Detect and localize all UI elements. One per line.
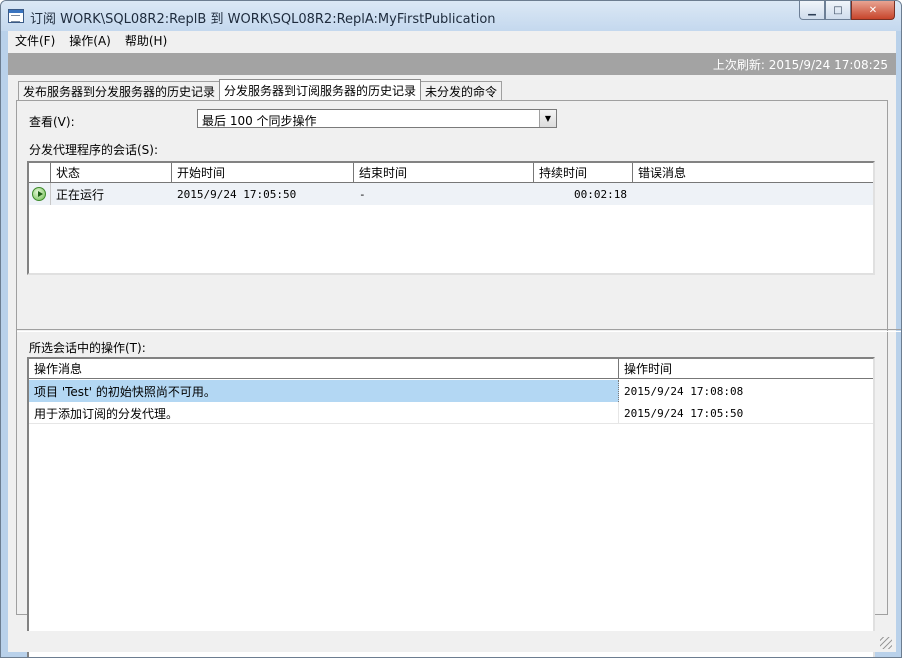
running-icon bbox=[32, 187, 46, 201]
column-header-duration[interactable]: 持续时间 bbox=[534, 163, 633, 183]
tab-panel: 查看(V): 最后 100 个同步操作 ▼ 分发代理程序的会话(S): 状态 开… bbox=[16, 100, 901, 657]
row-indicator bbox=[29, 183, 51, 205]
tab-distributor-to-subscriber[interactable]: 分发服务器到订阅服务器的历史记录 bbox=[219, 79, 422, 100]
close-button[interactable]: ✕ bbox=[851, 1, 895, 20]
dropdown-arrow-icon[interactable]: ▼ bbox=[539, 110, 556, 127]
last-refresh-text: 上次刷新: 2015/9/24 17:08:25 bbox=[712, 57, 888, 72]
row-indicator-header bbox=[29, 163, 51, 183]
sessions-grid[interactable]: 状态 开始时间 结束时间 持续时间 错误消息 正在运行 2015/9/24 17… bbox=[27, 161, 875, 275]
cell-status: 正在运行 bbox=[56, 187, 105, 202]
window-app-icon bbox=[8, 9, 24, 23]
cell-end-time: - bbox=[359, 187, 366, 201]
tab-publisher-to-distributor[interactable]: 发布服务器到分发服务器的历史记录 bbox=[18, 81, 221, 100]
cell-action-message: 项目 'Test' 的初始快照尚不可用。 bbox=[29, 380, 619, 402]
cell-error-message bbox=[633, 183, 873, 205]
menu-help[interactable]: 帮助(H) bbox=[118, 32, 174, 49]
client-area: 上次刷新: 2015/9/24 17:08:25 发布服务器到分发服务器的历史记… bbox=[8, 50, 901, 657]
tab-undistributed-commands[interactable]: 未分发的命令 bbox=[420, 81, 503, 100]
sessions-grid-header: 状态 开始时间 结束时间 持续时间 错误消息 bbox=[29, 163, 873, 183]
cell-action-message: 用于添加订阅的分发代理。 bbox=[29, 402, 619, 424]
actions-grid[interactable]: 操作消息 操作时间 项目 'Test' 的初始快照尚不可用。 2015/9/24… bbox=[27, 357, 875, 657]
actions-grid-header: 操作消息 操作时间 bbox=[29, 359, 873, 379]
menu-bar: 文件(F) 操作(A) 帮助(H) bbox=[8, 31, 896, 50]
title-bar[interactable]: 订阅 WORK\SQL08R2:ReplB 到 WORK\SQL08R2:Rep… bbox=[1, 1, 901, 31]
window-title: 订阅 WORK\SQL08R2:ReplB 到 WORK\SQL08R2:Rep… bbox=[30, 12, 496, 27]
cell-duration: 00:02:18 bbox=[574, 187, 627, 201]
resize-grip-icon[interactable] bbox=[880, 637, 892, 649]
menu-action[interactable]: 操作(A) bbox=[62, 32, 118, 49]
view-dropdown[interactable]: 最后 100 个同步操作 ▼ bbox=[197, 109, 557, 128]
table-row[interactable]: 项目 'Test' 的初始快照尚不可用。 2015/9/24 17:08:08 bbox=[29, 380, 873, 402]
table-row[interactable]: 正在运行 2015/9/24 17:05:50 - 00:02:18 bbox=[29, 183, 873, 205]
view-dropdown-value: 最后 100 个同步操作 bbox=[202, 114, 317, 128]
minimize-button[interactable]: ▁ bbox=[799, 1, 825, 20]
cell-start-time: 2015/9/24 17:05:50 bbox=[177, 187, 297, 201]
menu-file[interactable]: 文件(F) bbox=[8, 32, 62, 49]
sessions-label: 分发代理程序的会话(S): bbox=[29, 143, 159, 157]
column-header-end-time[interactable]: 结束时间 bbox=[354, 163, 534, 183]
table-row[interactable]: 用于添加订阅的分发代理。 2015/9/24 17:05:50 bbox=[29, 402, 873, 424]
column-header-status[interactable]: 状态 bbox=[51, 163, 172, 183]
cell-action-time: 2015/9/24 17:05:50 bbox=[624, 406, 744, 420]
bottom-strip bbox=[8, 631, 896, 652]
view-label: 查看(V): bbox=[29, 115, 75, 129]
history-tabs: 发布服务器到分发服务器的历史记录 分发服务器到订阅服务器的历史记录 未分发的命令 bbox=[18, 79, 503, 100]
refresh-status-bar: 上次刷新: 2015/9/24 17:08:25 bbox=[8, 53, 896, 75]
actions-label: 所选会话中的操作(T): bbox=[29, 341, 146, 355]
column-header-start-time[interactable]: 开始时间 bbox=[172, 163, 354, 183]
main-window: 订阅 WORK\SQL08R2:ReplB 到 WORK\SQL08R2:Rep… bbox=[0, 0, 902, 658]
maximize-button[interactable]: □ bbox=[825, 1, 851, 20]
column-header-error-message[interactable]: 错误消息 bbox=[633, 163, 873, 183]
caption-buttons: ▁ □ ✕ bbox=[799, 1, 895, 21]
cell-action-time: 2015/9/24 17:08:08 bbox=[619, 380, 873, 402]
pane-splitter[interactable] bbox=[17, 329, 901, 332]
column-header-action-message[interactable]: 操作消息 bbox=[29, 359, 619, 379]
column-header-action-time[interactable]: 操作时间 bbox=[619, 359, 873, 379]
